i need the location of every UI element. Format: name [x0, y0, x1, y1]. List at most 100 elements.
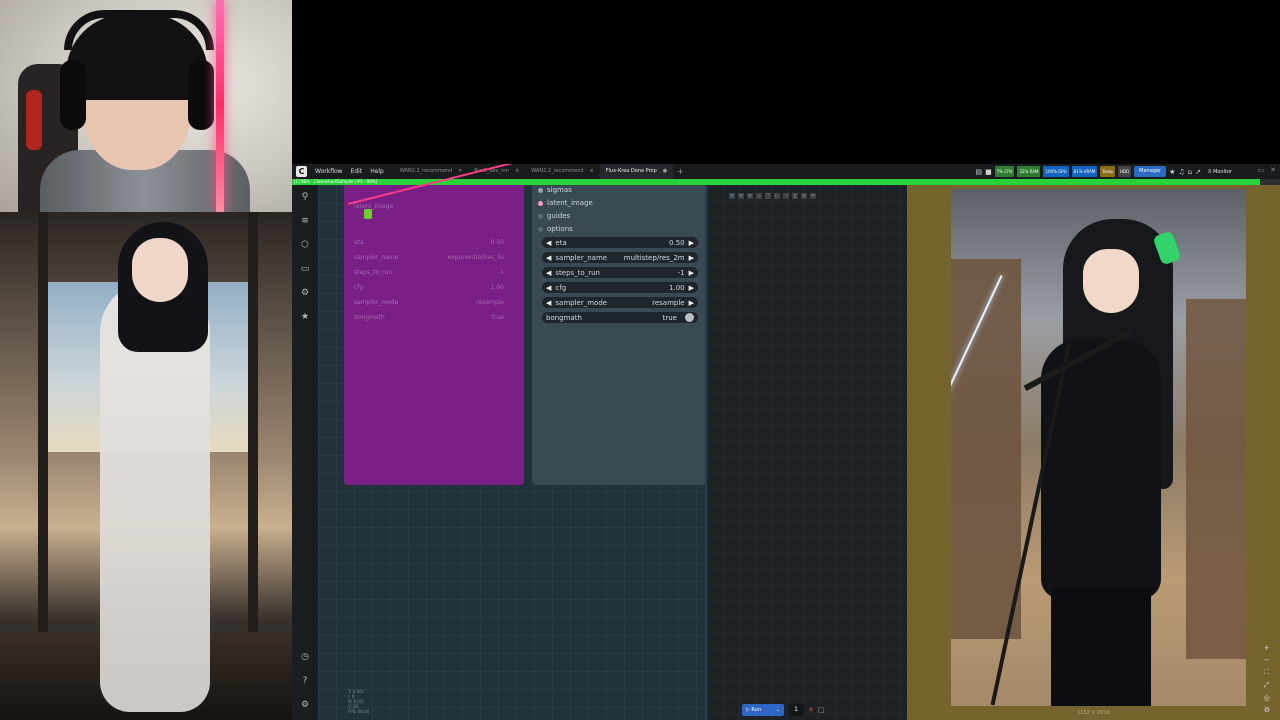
widget-sampler-mode[interactable]: ◀ sampler_mode resample ▶	[542, 297, 698, 308]
settings-icon[interactable]: ⚙	[299, 699, 311, 711]
node-widget-row[interactable]: steps_to_run -1	[354, 269, 504, 277]
run-button[interactable]: ▷ Run ⌄	[742, 704, 784, 716]
list-icon[interactable]: ≡	[299, 215, 311, 227]
input-slot-options[interactable]: options	[538, 224, 573, 234]
menu-workflow[interactable]: Workflow	[315, 168, 343, 175]
decrement-icon[interactable]: ◀	[546, 284, 551, 292]
increment-icon[interactable]: ▶	[689, 284, 694, 292]
help-icon[interactable]: ?	[299, 675, 311, 687]
input-slot-guides[interactable]: guides	[538, 211, 570, 221]
widget-bongmath-toggle[interactable]: bongmath true	[542, 312, 698, 323]
workflow-tab-active[interactable]: Flux-Krea Done Prop ●	[599, 164, 674, 179]
fit-view-icon[interactable]: ⛶	[1264, 668, 1270, 677]
increment-icon[interactable]: ▶	[689, 269, 694, 277]
screen: C Workflow Edit Help WAN2.2_recommend × …	[0, 0, 1280, 720]
webcam-overlay	[0, 0, 292, 212]
vram-monitor: 81% VRAM	[1071, 166, 1098, 177]
batch-count-input[interactable]: 1	[788, 704, 804, 716]
image-preview-panel: 1152 × 2016 + − ⛶ ⤢ ◎ ⚙	[907, 185, 1280, 720]
cube-icon[interactable]: ⬡	[299, 239, 311, 251]
cpu-monitor: 7% CPU	[994, 166, 1015, 177]
node-widget-row[interactable]: cfg 1.00	[354, 284, 504, 292]
sampler-node-bypassed[interactable]: latent_image eta 0.50 sampler_name exponen…	[344, 185, 524, 485]
stop-icon[interactable]: ■	[985, 168, 992, 176]
folder-icon[interactable]: ▭	[299, 263, 311, 275]
focus-icon[interactable]: ◎	[1264, 694, 1270, 702]
decrement-icon[interactable]: ◀	[546, 239, 551, 247]
empty-area	[292, 0, 1280, 164]
comfyui-window: C Workflow Edit Help WAN2.2_recommend × …	[292, 164, 1280, 720]
align-icon[interactable]: ⊥	[756, 193, 762, 199]
increment-icon[interactable]: ▶	[689, 239, 694, 247]
widget-eta[interactable]: ◀ eta 0.50 ▶	[542, 237, 698, 248]
headphones-band	[64, 10, 214, 50]
workflow-tab[interactable]: WAN2.2_recommend ×	[525, 164, 599, 179]
unsaved-dot-icon[interactable]: ●	[663, 164, 667, 179]
expand-icon[interactable]: ⤢	[1264, 681, 1270, 690]
input-slot-sigmas[interactable]: sigmas	[538, 185, 572, 195]
x-monitor-button[interactable]: X Monitor	[1208, 169, 1232, 175]
decrement-icon[interactable]: ◀	[546, 254, 551, 262]
toggle-knob-icon[interactable]	[685, 313, 694, 322]
star-icon[interactable]: ★	[1169, 168, 1175, 176]
node-widget-row[interactable]: eta 0.50	[354, 239, 504, 247]
slot-dot-icon	[538, 187, 543, 193]
model-icon[interactable]: ⚙	[299, 287, 311, 299]
close-window-icon[interactable]: ✕	[1270, 166, 1276, 174]
pin-icon[interactable]	[364, 209, 372, 219]
star-icon[interactable]: ★	[299, 311, 311, 323]
preview-settings-icon[interactable]: ⚙	[1264, 706, 1270, 714]
manager-button[interactable]: Manager	[1134, 166, 1167, 177]
node-widget-row[interactable]: sampler_mode resample	[354, 299, 504, 307]
close-tab-icon[interactable]: ×	[590, 164, 594, 179]
history-icon[interactable]: ◷	[299, 651, 311, 663]
sampler-node[interactable]: sigmas latent_image guides options ◀ eta …	[532, 185, 710, 485]
bell-icon[interactable]: ♫	[1178, 168, 1184, 176]
canvas-stats: T: 0.00s I: 0 N: 0 [0] V: 20 FPS: 60.00	[348, 689, 370, 714]
character-art-face	[132, 238, 188, 302]
align-icon[interactable]: ≡	[747, 193, 753, 199]
align-icon[interactable]: ∥	[792, 193, 798, 199]
main-menu: Workflow Edit Help	[315, 168, 384, 175]
menu-help[interactable]: Help	[370, 168, 384, 175]
queue-square-icon[interactable]: □	[818, 706, 825, 714]
cancel-icon[interactable]: ✕	[808, 706, 814, 714]
decrement-icon[interactable]: ◀	[546, 299, 551, 307]
increment-icon[interactable]: ▶	[689, 254, 694, 262]
menu-edit[interactable]: Edit	[351, 168, 363, 175]
close-tab-icon[interactable]: ×	[515, 164, 519, 179]
node-canvas[interactable]: latent_image eta 0.50 sampler_name exponen…	[318, 164, 710, 720]
run-options-chevron-icon[interactable]: ⌄	[776, 704, 780, 716]
input-slot-latent[interactable]: latent_image	[538, 198, 593, 208]
character-art-overlay	[0, 212, 292, 720]
node-widget-row[interactable]: sampler_name exponential/res_3s	[354, 254, 504, 262]
routing-icon[interactable]: ⚲	[299, 191, 311, 203]
home-icon[interactable]: ⌂	[1188, 168, 1192, 176]
add-tab-icon[interactable]: +	[677, 167, 684, 176]
generated-image[interactable]	[951, 189, 1246, 706]
restore-icon[interactable]: ▭	[1258, 166, 1265, 174]
align-icon[interactable]: ≡	[801, 193, 807, 199]
align-icon[interactable]: ⊣	[783, 193, 789, 199]
queue-icon[interactable]: ▤	[975, 168, 982, 176]
queue-controls: ▷ Run ⌄ 1 ✕ □	[742, 704, 825, 716]
increment-icon[interactable]: ▶	[689, 299, 694, 307]
widget-cfg[interactable]: ◀ cfg 1.00 ▶	[542, 282, 698, 293]
align-icon[interactable]: ≡	[738, 193, 744, 199]
zoom-out-icon[interactable]: −	[1264, 656, 1270, 664]
align-icon[interactable]: ≡	[729, 193, 735, 199]
slot-dot-icon	[538, 200, 543, 206]
align-icon[interactable]: ⊢	[774, 193, 780, 199]
share-icon[interactable]: ↗	[1195, 168, 1201, 176]
widget-steps-to-run[interactable]: ◀ steps_to_run -1 ▶	[542, 267, 698, 278]
node-widget-row[interactable]: bongmath true	[354, 314, 504, 322]
decrement-icon[interactable]: ◀	[546, 269, 551, 277]
comfyui-logo[interactable]: C	[296, 166, 307, 177]
secondary-canvas[interactable]: ≡ ≡ ≡ ⊥ ⊤ ⊢ ⊣ ∥ ≡ =	[707, 185, 907, 720]
preview-toolbar: + − ⛶ ⤢ ◎ ⚙	[1264, 644, 1270, 714]
align-icon[interactable]: ⊤	[765, 193, 771, 199]
widget-sampler-name[interactable]: ◀ sampler_name multistep/res_2m ▶	[542, 252, 698, 263]
align-icon[interactable]: =	[810, 193, 816, 199]
zoom-in-icon[interactable]: +	[1264, 644, 1270, 652]
sidebar: ⚲ ≡ ⬡ ▭ ⚙ ★ ◷ ? ⚙	[292, 185, 318, 720]
